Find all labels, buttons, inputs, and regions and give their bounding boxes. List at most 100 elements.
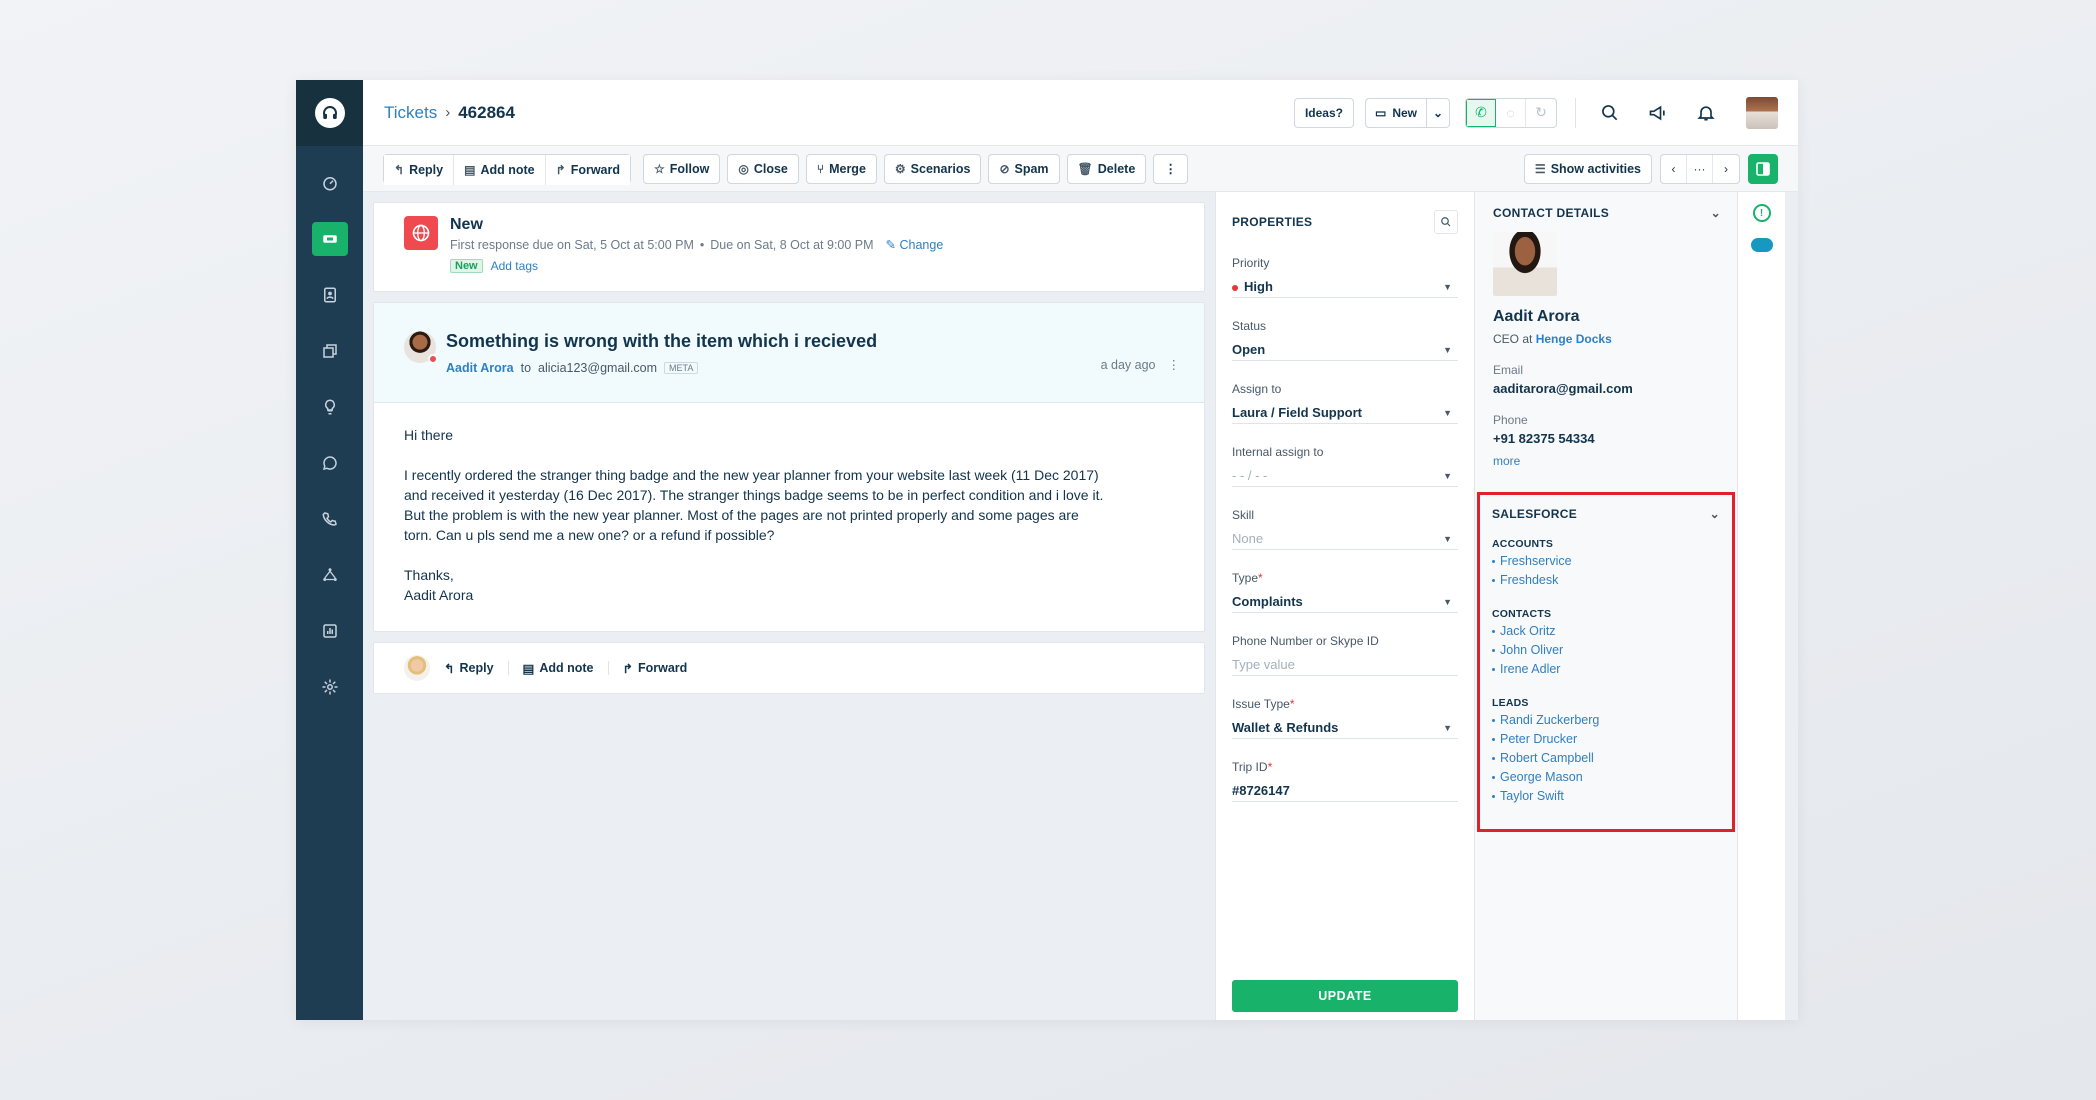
spam-button[interactable]: ⊘ Spam <box>988 153 1060 184</box>
notification-bell-icon[interactable] <box>1688 95 1724 131</box>
contact-name[interactable]: Aadit Arora <box>1493 308 1721 326</box>
internal-assign-select[interactable]: - - / - - ▼ <box>1232 465 1458 487</box>
phone-available-icon[interactable]: ✆ <box>1466 98 1496 127</box>
chat-icon[interactable] <box>312 446 348 480</box>
next-ticket-icon[interactable]: › <box>1713 155 1739 183</box>
announcement-megaphone-icon[interactable] <box>1640 95 1676 131</box>
list-item[interactable]: Randi Zuckerberg <box>1492 711 1720 730</box>
reply-bar-forward-button[interactable]: ↱ Forward <box>623 661 688 676</box>
priority-field: Priority High ▼ <box>1232 256 1458 298</box>
phone-input[interactable]: Type value <box>1232 654 1458 676</box>
ideas-button[interactable]: Ideas? <box>1293 97 1354 128</box>
tickets-icon[interactable] <box>311 222 348 256</box>
skill-value: None <box>1232 531 1264 546</box>
search-icon[interactable] <box>1592 95 1628 131</box>
close-button[interactable]: ◎ Close <box>727 153 799 184</box>
priority-label: Priority <box>1232 256 1270 270</box>
merge-button[interactable]: ⑂ Merge <box>805 153 877 184</box>
info-app-icon[interactable]: ! <box>1752 204 1771 222</box>
more-actions-button[interactable]: ⋮ <box>1153 153 1188 184</box>
show-activities-button[interactable]: ☰ Show activities <box>1523 153 1652 184</box>
change-due-link[interactable]: ✎ Change <box>886 237 944 252</box>
divider <box>507 661 509 675</box>
contact-more-link[interactable]: more <box>1493 454 1721 468</box>
merge-icon: ⑂ <box>816 161 825 176</box>
chat-available-icon[interactable]: ◌ <box>1496 98 1526 127</box>
skill-select[interactable]: None ▼ <box>1232 528 1458 550</box>
message-meta: Aadit Arora to alicia123@gmail.com META <box>446 361 877 375</box>
assign-select[interactable]: Laura / Field Support ▼ <box>1232 402 1458 424</box>
message-signoff: Thanks, Aadit Arora <box>404 567 474 603</box>
previous-ticket-icon[interactable]: ‹ <box>1661 154 1687 183</box>
add-note-button[interactable]: ▤ Add note <box>454 154 546 185</box>
companies-icon[interactable] <box>312 334 348 368</box>
app-logo[interactable] <box>296 80 363 146</box>
lead-name: Robert Campbell <box>1500 751 1594 765</box>
contact-role: CEO at Henge Docks <box>1493 332 1721 346</box>
top-bar: Tickets › 462864 Ideas? ▭ New ⌄ ✆ ◌ ↻ <box>363 80 1798 146</box>
delete-label: Delete <box>1097 161 1136 176</box>
status-select[interactable]: Open ▼ <box>1232 339 1458 361</box>
list-item[interactable]: Peter Drucker <box>1492 730 1720 749</box>
meta-badge[interactable]: META <box>664 362 699 374</box>
trip-id-input[interactable]: #8726147 <box>1232 780 1458 802</box>
properties-search-icon[interactable] <box>1434 210 1458 234</box>
dashboard-icon[interactable] <box>312 166 348 200</box>
list-item[interactable]: Freshdesk <box>1492 571 1720 590</box>
reply-bar-add-note-button[interactable]: ▤ Add note <box>523 661 594 676</box>
priority-select[interactable]: High ▼ <box>1232 276 1458 298</box>
conversation-pane: New First response due on Sat, 5 Oct at … <box>363 192 1215 1020</box>
chevron-down-icon[interactable]: ⌄ <box>1427 106 1449 120</box>
email-label: Email <box>1493 363 1524 377</box>
follow-button[interactable]: ☆ Follow <box>643 153 721 184</box>
requester-avatar[interactable] <box>404 331 438 364</box>
list-item[interactable]: George Mason <box>1492 768 1720 787</box>
list-item[interactable]: Irene Adler <box>1492 660 1720 679</box>
priority-dot <box>1232 284 1238 291</box>
list-item[interactable]: Robert Campbell <box>1492 749 1720 768</box>
reports-icon[interactable] <box>312 614 348 648</box>
refresh-status-icon[interactable]: ↻ <box>1526 99 1556 127</box>
contact-details-header[interactable]: CONTACT DETAILS ⌄ <box>1493 206 1721 220</box>
contact-company-link[interactable]: Henge Docks <box>1536 332 1612 346</box>
social-icon[interactable] <box>312 558 348 592</box>
divider <box>1575 97 1576 128</box>
sender-name-link[interactable]: Aadit Arora <box>446 361 514 375</box>
ticket-navigation: ‹ ··· › <box>1660 153 1740 184</box>
update-button[interactable]: UPDATE <box>1232 980 1458 1012</box>
delete-button[interactable]: 🗑 Delete <box>1066 153 1147 184</box>
contacts-icon[interactable] <box>312 278 348 312</box>
add-tags-link[interactable]: Add tags <box>491 259 538 273</box>
salesforce-header[interactable]: SALESFORCE ⌄ <box>1492 507 1720 521</box>
salesforce-cloud-icon[interactable] <box>1750 238 1773 252</box>
issue-type-select[interactable]: Wallet & Refunds ▼ <box>1232 717 1458 739</box>
reply-bar-reply-button[interactable]: ↰ Reply <box>444 661 494 676</box>
solutions-bulb-icon[interactable] <box>312 390 348 424</box>
list-item[interactable]: Taylor Swift <box>1492 787 1720 806</box>
phone-icon[interactable] <box>312 502 348 536</box>
forward-button[interactable]: ↱ Forward <box>545 154 630 185</box>
message-more-icon[interactable]: ⋮ <box>1168 357 1181 372</box>
lead-name: Taylor Swift <box>1500 789 1564 803</box>
reply-label: Reply <box>409 162 444 177</box>
scenarios-button[interactable]: ⚙ Scenarios <box>883 153 982 184</box>
scenarios-label: Scenarios <box>910 161 971 176</box>
list-item[interactable]: John Oliver <box>1492 641 1720 660</box>
admin-gear-icon[interactable] <box>312 670 348 704</box>
chevron-down-icon: ⌄ <box>1709 507 1720 521</box>
new-button[interactable]: ▭ New ⌄ <box>1364 97 1450 128</box>
ticket-status-title: New <box>450 216 483 233</box>
list-item[interactable]: Freshservice <box>1492 552 1720 571</box>
add-note-label: Add note <box>480 162 535 177</box>
nav-more-button[interactable]: ··· <box>1687 154 1713 183</box>
forward-arrow-icon: ↱ <box>555 162 566 177</box>
type-select[interactable]: Complaints ▼ <box>1232 591 1458 613</box>
reply-button[interactable]: ↰ Reply <box>384 154 455 185</box>
accounts-list: Freshservice Freshdesk <box>1492 552 1720 590</box>
user-avatar[interactable] <box>1746 96 1778 129</box>
type-value: Complaints <box>1232 594 1303 609</box>
breadcrumb-tickets-link[interactable]: Tickets <box>384 103 437 123</box>
star-icon: ☆ <box>654 161 665 176</box>
toggle-sidebar-icon[interactable] <box>1748 153 1778 184</box>
list-item[interactable]: Jack Oritz <box>1492 622 1720 641</box>
